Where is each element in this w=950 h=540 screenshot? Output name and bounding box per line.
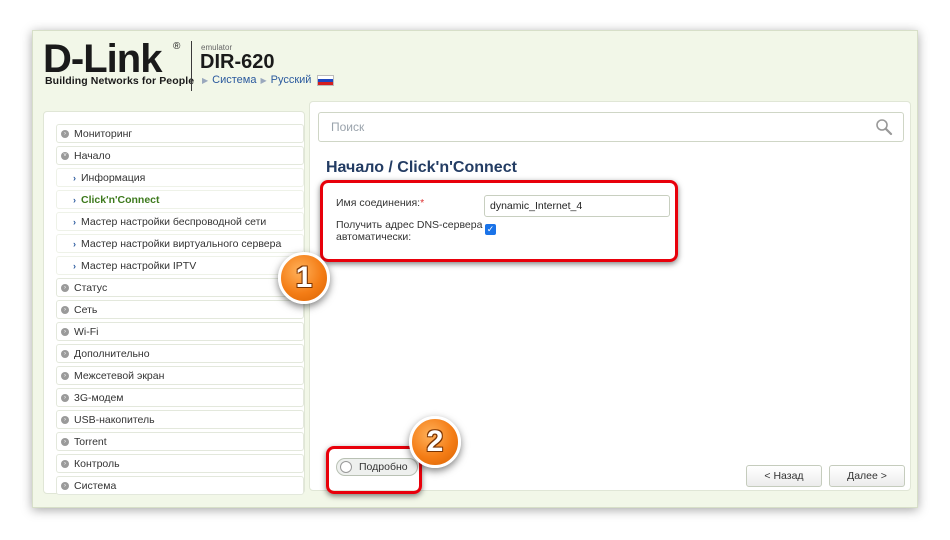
expand-icon: ›	[61, 393, 69, 402]
sidebar-item-3g-modem[interactable]: › 3G-модем	[56, 388, 304, 407]
expand-icon: ›	[61, 129, 69, 138]
header-divider	[191, 41, 192, 91]
router-window: D-Link ® Building Networks for People em…	[32, 30, 918, 508]
sidebar-item-wireless-wizard[interactable]: › Мастер настройки беспроводной сети	[56, 212, 304, 231]
chevron-right-icon: ›	[73, 238, 76, 249]
sidebar-item-usb-storage[interactable]: › USB-накопитель	[56, 410, 304, 429]
next-button[interactable]: Далее >	[829, 465, 905, 487]
sidebar-item-system[interactable]: › Система	[56, 476, 304, 495]
chevron-right-icon: ›	[73, 260, 76, 271]
sidebar-item-torrent[interactable]: › Torrent	[56, 432, 304, 451]
main-panel: Поиск Начало / Click'n'Connect Имя соеди…	[309, 101, 911, 491]
expand-icon: ›	[61, 481, 69, 490]
search-input[interactable]: Поиск	[318, 112, 904, 142]
sidebar-item-wifi[interactable]: › Wi-Fi	[56, 322, 304, 341]
chevron-right-icon: ›	[73, 194, 76, 205]
chevron-right-icon: ›	[73, 216, 76, 227]
expand-icon: ›	[61, 327, 69, 336]
expand-icon: ›	[61, 415, 69, 424]
page-title: Начало / Click'n'Connect	[326, 159, 517, 176]
sidebar-item-start[interactable]: ˅ Начало	[56, 146, 304, 165]
crumb-language[interactable]: Русский	[271, 74, 312, 86]
expand-icon: ›	[61, 349, 69, 358]
sidebar-item-clickconnect[interactable]: › Click'n'Connect	[56, 190, 304, 209]
crumb-system[interactable]: Система	[212, 74, 256, 86]
sidebar-item-network[interactable]: › Сеть	[56, 300, 304, 319]
search-icon[interactable]	[875, 118, 893, 136]
header: D-Link ® Building Networks for People em…	[33, 31, 919, 99]
highlight-connection-form	[320, 180, 678, 262]
sidebar-item-advanced[interactable]: › Дополнительно	[56, 344, 304, 363]
sidebar: › Мониторинг ˅ Начало › Информация › Click'n…	[43, 111, 305, 495]
expand-icon: ›	[61, 437, 69, 446]
sidebar-item-status[interactable]: › Статус	[56, 278, 304, 297]
expand-icon: ›	[61, 459, 69, 468]
breadcrumb: ▶ Система ▶ Русский	[202, 74, 335, 86]
expand-icon: ›	[61, 371, 69, 380]
sidebar-item-firewall[interactable]: › Межсетевой экран	[56, 366, 304, 385]
back-button[interactable]: < Назад	[746, 465, 822, 487]
sidebar-item-monitoring[interactable]: › Мониторинг	[56, 124, 304, 143]
expand-icon: ›	[61, 305, 69, 314]
registered-mark: ®	[173, 41, 181, 52]
logo-tagline: Building Networks for People	[45, 75, 195, 87]
search-placeholder: Поиск	[331, 120, 365, 134]
step-badge-1: 1	[278, 252, 330, 304]
sidebar-item-virtual-server-wizard[interactable]: › Мастер настройки виртуального сервера	[56, 234, 304, 253]
sidebar-item-control[interactable]: › Контроль	[56, 454, 304, 473]
highlight-details-toggle	[326, 446, 422, 494]
sidebar-item-info[interactable]: › Информация	[56, 168, 304, 187]
breadcrumb-arrow-icon: ▶	[260, 75, 267, 85]
model-name: DIR-620	[200, 51, 275, 73]
breadcrumb-arrow-icon: ▶	[202, 75, 209, 85]
dlink-logo: D-Link	[43, 37, 162, 81]
sidebar-item-iptv-wizard[interactable]: › Мастер настройки IPTV	[56, 256, 304, 275]
russian-flag-icon[interactable]	[317, 74, 335, 86]
step-badge-2: 2	[409, 416, 461, 468]
expand-icon: ›	[61, 283, 69, 292]
collapse-icon: ˅	[61, 151, 69, 160]
chevron-right-icon: ›	[73, 172, 76, 183]
